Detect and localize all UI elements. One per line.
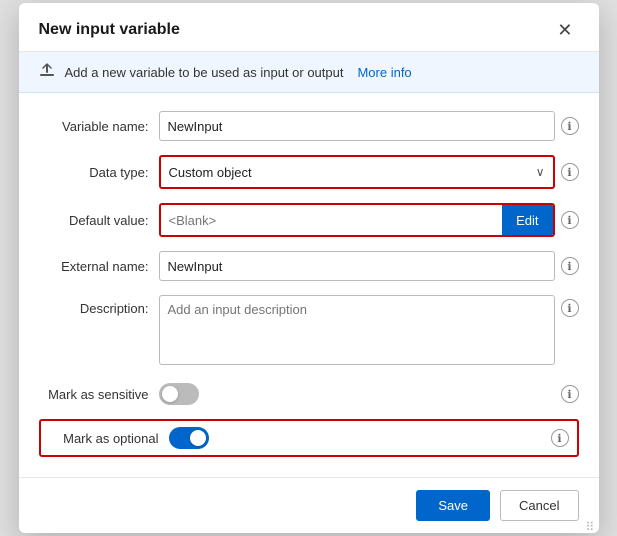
info-banner: Add a new variable to be used as input o… <box>19 52 599 93</box>
more-info-link[interactable]: More info <box>357 65 411 80</box>
dialog-footer: Save Cancel <box>19 477 599 533</box>
resize-handle[interactable]: ⠿ <box>586 520 596 530</box>
upload-icon <box>39 62 55 82</box>
description-label: Description: <box>39 295 149 316</box>
variable-name-field: ℹ <box>159 111 579 141</box>
mark-sensitive-info-icon[interactable]: ℹ <box>561 385 579 403</box>
save-button[interactable]: Save <box>416 490 490 521</box>
dialog-header: New input variable ✕ <box>19 3 599 52</box>
variable-name-row: Variable name: ℹ <box>39 111 579 141</box>
mark-optional-label: Mark as optional <box>63 431 158 446</box>
banner-text: Add a new variable to be used as input o… <box>65 65 344 80</box>
default-value-field: Edit ℹ <box>159 203 579 237</box>
external-name-label: External name: <box>39 259 149 274</box>
default-value-label: Default value: <box>39 213 149 228</box>
mark-optional-row: Mark as optional ℹ <box>39 419 579 457</box>
cancel-button[interactable]: Cancel <box>500 490 578 521</box>
data-type-label: Data type: <box>39 165 149 180</box>
data-type-select-wrapper: Custom object Text Number Boolean Date L… <box>159 155 555 189</box>
variable-name-info-icon[interactable]: ℹ <box>561 117 579 135</box>
mark-sensitive-label: Mark as sensitive <box>39 387 149 402</box>
mark-sensitive-row: Mark as sensitive ℹ <box>39 379 579 409</box>
optional-label-area: Mark as optional <box>49 431 159 446</box>
data-type-row: Data type: Custom object Text Number Boo… <box>39 155 579 189</box>
mark-optional-info-icon[interactable]: ℹ <box>551 429 569 447</box>
optional-toggle-thumb <box>190 430 206 446</box>
mark-optional-field: ℹ <box>169 427 569 449</box>
dialog-body: Variable name: ℹ Data type: Custom objec… <box>19 93 599 477</box>
new-input-variable-dialog: New input variable ✕ Add a new variable … <box>19 3 599 533</box>
description-field: ℹ <box>159 295 579 365</box>
external-name-info-icon[interactable]: ℹ <box>561 257 579 275</box>
external-name-input[interactable] <box>159 251 555 281</box>
data-type-info-icon[interactable]: ℹ <box>561 163 579 181</box>
data-type-field: Custom object Text Number Boolean Date L… <box>159 155 579 189</box>
mark-sensitive-field: ℹ <box>159 383 579 405</box>
toggle-thumb <box>162 386 178 402</box>
description-info-icon[interactable]: ℹ <box>561 299 579 317</box>
external-name-field: ℹ <box>159 251 579 281</box>
description-row: Description: ℹ <box>39 295 579 365</box>
description-textarea[interactable] <box>159 295 555 365</box>
dialog-title: New input variable <box>39 21 180 39</box>
external-name-row: External name: ℹ <box>39 251 579 281</box>
mark-optional-toggle[interactable] <box>169 427 209 449</box>
edit-button[interactable]: Edit <box>502 205 552 235</box>
default-value-input[interactable] <box>161 205 503 235</box>
default-value-info-icon[interactable]: ℹ <box>561 211 579 229</box>
variable-name-input[interactable] <box>159 111 555 141</box>
variable-name-label: Variable name: <box>39 119 149 134</box>
close-button[interactable]: ✕ <box>551 19 578 41</box>
data-type-select[interactable]: Custom object Text Number Boolean Date L… <box>161 157 553 187</box>
default-value-row: Default value: Edit ℹ <box>39 203 579 237</box>
mark-sensitive-toggle[interactable] <box>159 383 199 405</box>
default-value-wrapper: Edit <box>159 203 555 237</box>
